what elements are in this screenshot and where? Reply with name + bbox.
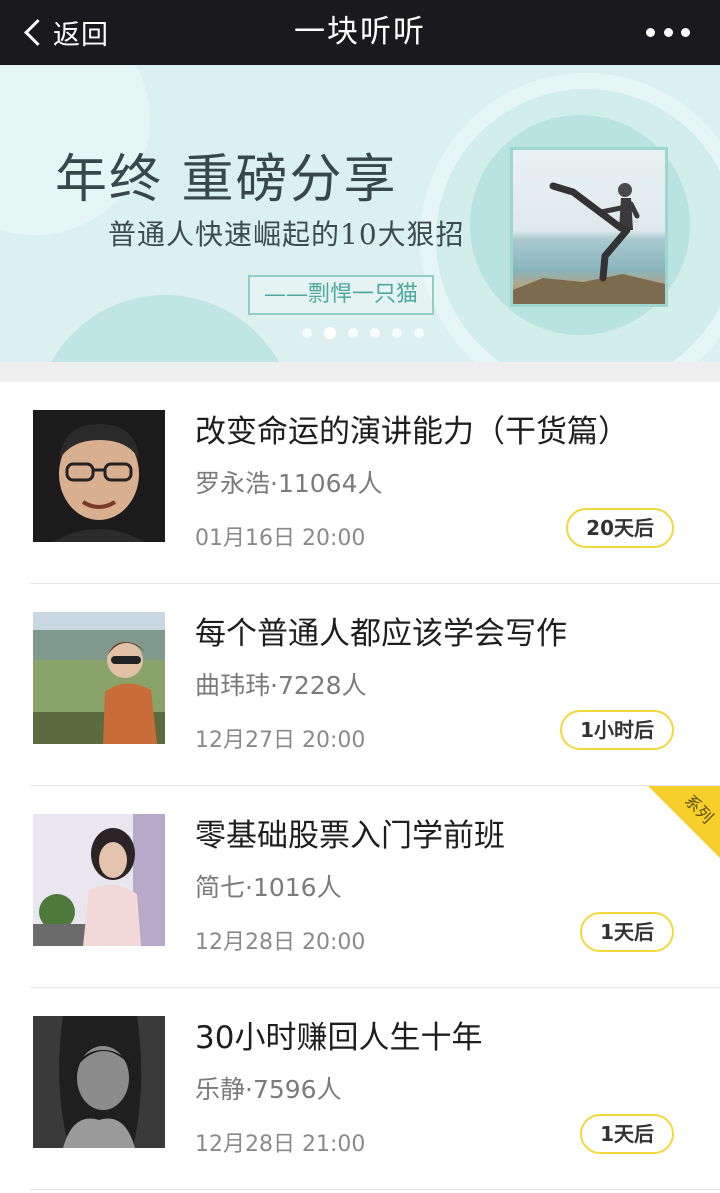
course-time: 12月28日 20:00 bbox=[195, 930, 366, 955]
course-list: 改变命运的演讲能力（干货篇） 罗永浩·11064人 01月16日 20:00 2… bbox=[0, 382, 720, 1190]
carousel-dot[interactable] bbox=[370, 328, 380, 338]
course-meta: 罗永浩·11064人 bbox=[195, 469, 383, 498]
course-title: 30小时赚回人生十年 bbox=[195, 1020, 483, 1056]
course-meta: 乐静·7596人 bbox=[195, 1075, 342, 1104]
promo-banner[interactable]: 年终 重磅分享 普通人快速崛起的10大狠招 ——剽悍一只猫 bbox=[0, 65, 720, 362]
banner-title: 年终 重磅分享 bbox=[55, 150, 398, 210]
course-item[interactable]: 零基础股票入门学前班 简七·1016人 12月28日 20:00 1天后 系列 bbox=[30, 786, 720, 988]
page-title: 一块听听 bbox=[294, 14, 426, 50]
avatar bbox=[33, 612, 165, 744]
course-item[interactable]: 改变命运的演讲能力（干货篇） 罗永浩·11064人 01月16日 20:00 2… bbox=[30, 382, 720, 584]
course-title: 改变命运的演讲能力（干货篇） bbox=[195, 414, 629, 450]
carousel-dot[interactable] bbox=[392, 328, 402, 338]
avatar bbox=[33, 410, 165, 542]
carousel-dot-active[interactable] bbox=[324, 327, 336, 339]
course-meta: 简七·1016人 bbox=[195, 873, 342, 902]
carousel-dot[interactable] bbox=[348, 328, 358, 338]
carousel-dot[interactable] bbox=[302, 328, 312, 338]
more-dot bbox=[663, 27, 673, 37]
section-divider bbox=[0, 362, 720, 382]
course-meta: 曲玮玮·7228人 bbox=[195, 671, 367, 700]
more-dot bbox=[646, 27, 655, 37]
countdown-badge: 1天后 bbox=[580, 912, 674, 952]
navbar: 返回 一块听听 bbox=[0, 0, 720, 65]
course-time: 12月27日 20:00 bbox=[195, 728, 366, 753]
carousel-indicator bbox=[302, 327, 424, 339]
banner-author-tag: ——剽悍一只猫 bbox=[248, 275, 434, 315]
banner-photo-kick bbox=[510, 147, 668, 307]
more-dot bbox=[681, 27, 690, 37]
course-item[interactable]: 30小时赚回人生十年 乐静·7596人 12月28日 21:00 1天后 bbox=[30, 988, 720, 1190]
avatar bbox=[33, 1016, 165, 1148]
course-time: 12月28日 21:00 bbox=[195, 1132, 366, 1157]
countdown-badge: 1小时后 bbox=[560, 710, 674, 750]
more-dots-icon[interactable] bbox=[646, 18, 690, 46]
carousel-dot[interactable] bbox=[414, 328, 424, 338]
banner-subtitle: 普通人快速崛起的10大狠招 bbox=[108, 218, 465, 251]
countdown-badge: 20天后 bbox=[566, 508, 674, 548]
course-title: 零基础股票入门学前班 bbox=[195, 818, 505, 854]
course-time: 01月16日 20:00 bbox=[195, 526, 366, 551]
avatar bbox=[33, 814, 165, 946]
series-ribbon bbox=[648, 786, 720, 858]
course-title: 每个普通人都应该学会写作 bbox=[195, 616, 567, 652]
course-item[interactable]: 每个普通人都应该学会写作 曲玮玮·7228人 12月27日 20:00 1小时后 bbox=[30, 584, 720, 786]
countdown-badge: 1天后 bbox=[580, 1114, 674, 1154]
